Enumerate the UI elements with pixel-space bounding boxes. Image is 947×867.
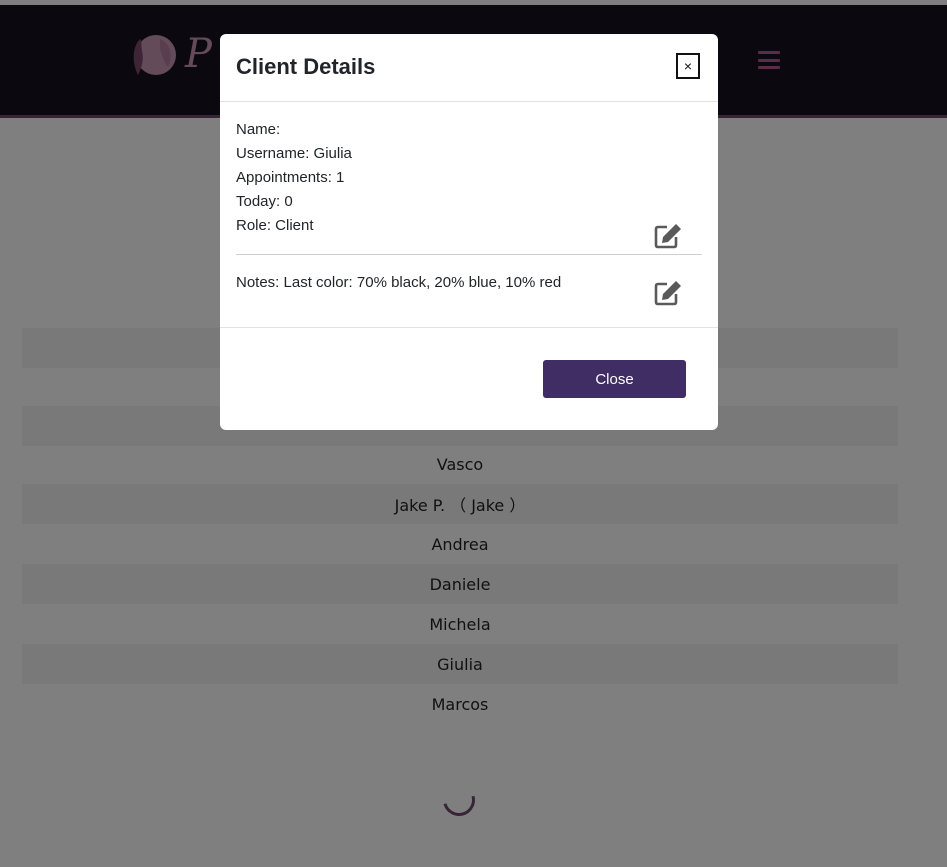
close-x-button[interactable]: × [676,53,700,79]
edit-notes-icon[interactable] [654,280,682,306]
client-role: Role: Client [236,217,314,234]
client-notes: Notes: Last color: 70% black, 20% blue, … [236,274,562,291]
section-divider [236,254,702,255]
client-details-modal: Client Details × Name: Username: Giulia … [220,34,718,430]
client-appointments: Appointments: 1 [236,169,345,186]
edit-details-icon[interactable] [654,223,682,249]
modal-title: Client Details [236,54,376,79]
modal-header: Client Details × [220,34,718,102]
client-name: Name: [236,121,281,138]
close-button[interactable]: Close [543,360,686,398]
client-today: Today: 0 [236,193,293,210]
modal-footer-divider [220,327,718,328]
client-username: Username: Giulia [236,145,352,162]
